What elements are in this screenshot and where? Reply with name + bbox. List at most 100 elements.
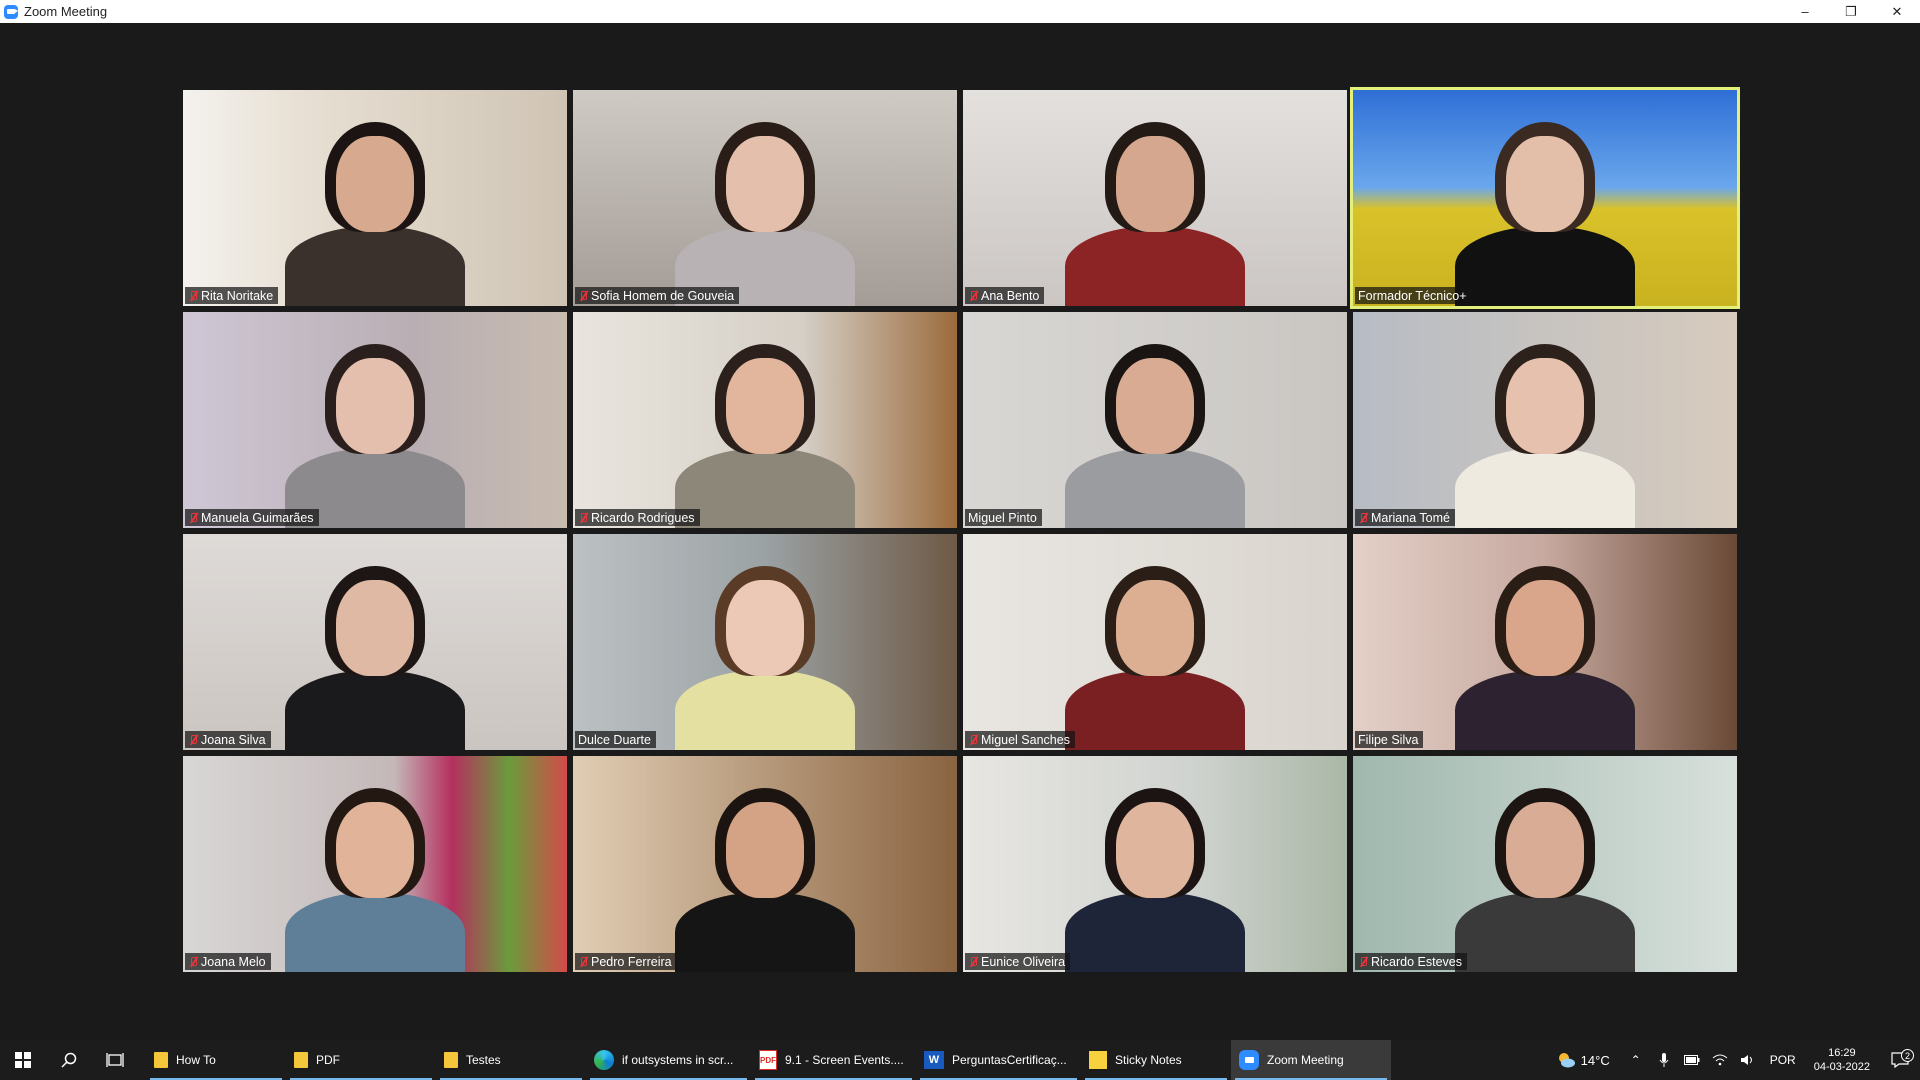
video-tile[interactable]: Dulce Duarte [573,534,957,750]
video-tile[interactable]: Miguel Pinto [963,312,1347,528]
gallery-view: Rita Noritake Sofia Homem de Gouveia Ana… [0,23,1920,1040]
muted-mic-icon [1358,956,1368,968]
taskbar-item-label: How To [176,1053,216,1067]
participant-name: Sofia Homem de Gouveia [591,288,735,303]
participant-video [1065,560,1245,750]
participant-video [675,782,855,972]
windows-start-icon[interactable] [0,1040,46,1080]
muted-mic-icon [578,290,588,302]
taskbar-item-label: Testes [466,1053,501,1067]
participant-name: Mariana Tomé [1371,510,1450,525]
taskbar-apps: How To PDF Testes if outsystems in scr... PD… [146,1040,1391,1080]
video-tile[interactable]: Formador Técnico+ [1350,87,1740,309]
language-indicator[interactable]: POR [1762,1053,1804,1067]
participant-video [1065,782,1245,972]
taskbar-item[interactable]: if outsystems in scr... [586,1040,751,1080]
taskbar-item[interactable]: Testes [436,1040,586,1080]
zoom-icon [1239,1050,1259,1070]
wifi-icon[interactable] [1706,1054,1734,1066]
participant-name: Dulce Duarte [578,732,651,747]
participant-video [1455,338,1635,528]
notifications-icon[interactable]: 2 [1880,1049,1920,1068]
close-button[interactable]: ✕ [1874,0,1920,23]
muted-mic-icon [188,512,198,524]
taskbar-item[interactable]: Sticky Notes [1081,1040,1231,1080]
video-tile[interactable]: Ricardo Rodrigues [573,312,957,528]
video-tile[interactable]: Sofia Homem de Gouveia [573,90,957,306]
muted-mic-icon [1358,512,1368,524]
muted-mic-icon [968,956,978,968]
video-tile[interactable]: Joana Silva [183,534,567,750]
video-tile[interactable]: Mariana Tomé [1353,312,1737,528]
video-tile[interactable]: Rita Noritake [183,90,567,306]
taskbar-item[interactable]: PDF [286,1040,436,1080]
muted-mic-icon [188,734,198,746]
speaker-icon[interactable] [1734,1054,1762,1066]
taskbar-item-label: 9.1 - Screen Events.... [785,1053,904,1067]
participant-video [285,560,465,750]
folder-icon [154,1052,168,1068]
participant-name: Miguel Pinto [968,510,1037,525]
taskbar-item-label: PDF [316,1053,340,1067]
video-tile[interactable]: Joana Melo [183,756,567,972]
participant-name-tag: Sofia Homem de Gouveia [575,287,740,304]
microphone-icon[interactable] [1650,1052,1678,1068]
participant-name: Ricardo Rodrigues [591,510,695,525]
video-tile[interactable]: Eunice Oliveira [963,756,1347,972]
clock-date: 04-03-2022 [1813,1061,1870,1073]
participant-name-tag: Joana Melo [185,953,271,970]
battery-icon[interactable] [1678,1055,1706,1065]
participant-name-tag: Ricardo Rodrigues [575,509,700,526]
participant-name: Ana Bento [981,288,1040,303]
muted-mic-icon [968,734,978,746]
video-tile[interactable]: Ana Bento [963,90,1347,306]
participant-name: Miguel Sanches [981,732,1070,747]
taskbar-item[interactable]: Zoom Meeting [1231,1040,1391,1080]
clock[interactable]: 16:29 04-03-2022 [1804,1046,1880,1074]
restore-button[interactable]: ❐ [1828,0,1874,23]
taskbar-item[interactable]: PDF 9.1 - Screen Events.... [751,1040,916,1080]
participant-name: Joana Melo [201,954,266,969]
participant-name-tag: Eunice Oliveira [965,953,1071,970]
zoom-app-icon [4,4,18,19]
video-tile[interactable]: Manuela Guimarães [183,312,567,528]
taskbar-item-label: PerguntasCertificaç... [952,1053,1067,1067]
video-tile[interactable]: Pedro Ferreira [573,756,957,972]
participant-video [285,116,465,306]
participant-name-tag: Formador Técnico+ [1355,287,1472,304]
chevron-up-icon[interactable]: ⌃ [1622,1053,1650,1067]
sticky-notes-icon [1089,1051,1107,1069]
minimize-button[interactable]: – [1782,0,1828,23]
participant-video [675,560,855,750]
folder-icon [294,1052,308,1068]
participant-video [285,338,465,528]
taskbar-item[interactable]: W PerguntasCertificaç... [916,1040,1081,1080]
participant-name-tag: Rita Noritake [185,287,279,304]
participant-name-tag: Dulce Duarte [575,731,656,748]
pdf-icon: PDF [759,1050,777,1070]
participant-name-tag: Miguel Sanches [965,731,1075,748]
participant-name: Formador Técnico+ [1358,288,1467,303]
task-view-icon[interactable] [92,1040,138,1080]
clock-time: 16:29 [1828,1047,1856,1059]
title-bar: Zoom Meeting – ❐ ✕ [0,0,1920,23]
weather-icon[interactable] [1555,1049,1577,1071]
edge-icon [594,1050,614,1070]
participant-video [1065,116,1245,306]
participant-video [1065,338,1245,528]
window-controls: – ❐ ✕ [1782,0,1920,23]
participant-name-tag: Mariana Tomé [1355,509,1455,526]
participant-name: Eunice Oliveira [981,954,1066,969]
folder-icon [444,1052,458,1068]
video-tile[interactable]: Miguel Sanches [963,534,1347,750]
temperature-text[interactable]: 14°C [1577,1053,1622,1068]
participant-name: Pedro Ferreira [591,954,672,969]
muted-mic-icon [578,956,588,968]
search-icon[interactable] [46,1040,92,1080]
taskbar-item[interactable]: How To [146,1040,286,1080]
participant-video [1455,782,1635,972]
taskbar-item-label: if outsystems in scr... [622,1053,734,1067]
participant-video [1455,116,1635,306]
video-tile[interactable]: Ricardo Esteves [1353,756,1737,972]
video-tile[interactable]: Filipe Silva [1353,534,1737,750]
